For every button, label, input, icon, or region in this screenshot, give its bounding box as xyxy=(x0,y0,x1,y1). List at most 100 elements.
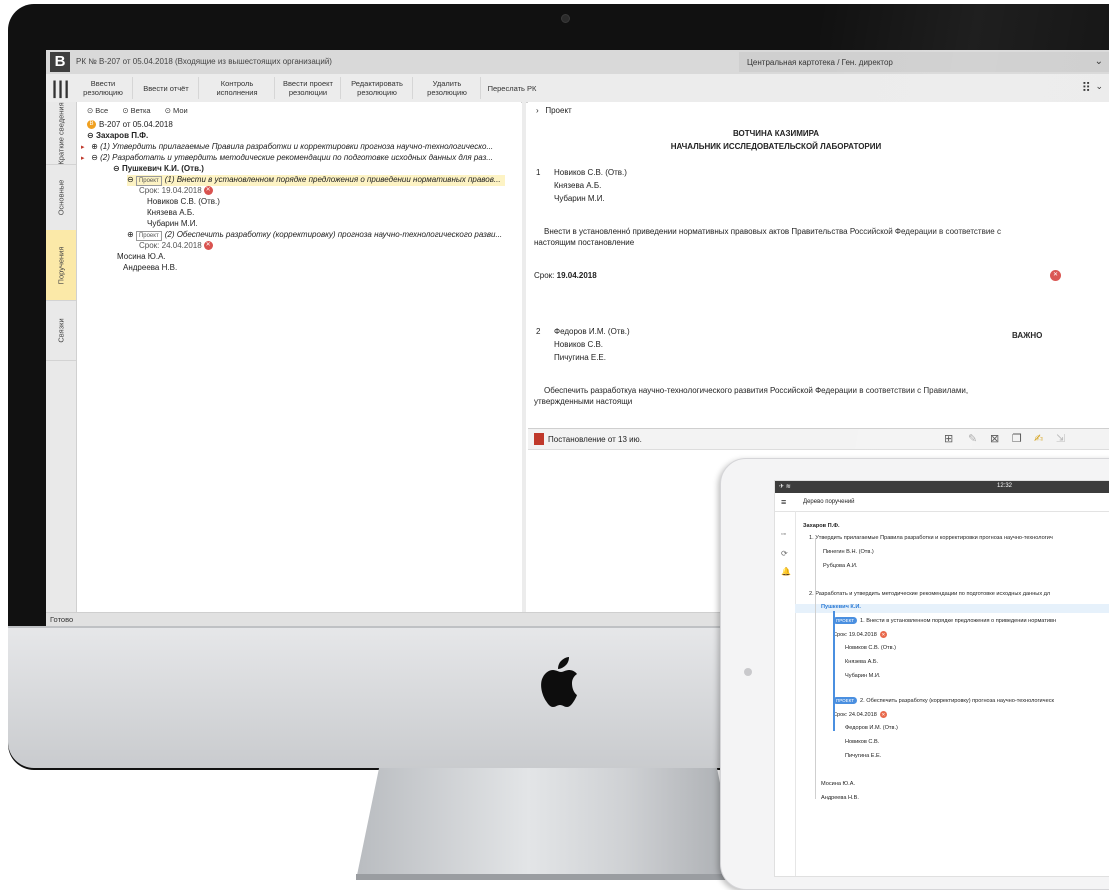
tree-root[interactable]: В В-207 от 05.04.2018 xyxy=(87,120,173,130)
status-text: Готово xyxy=(50,615,74,624)
add-file-icon[interactable]: ⊞ xyxy=(944,432,953,445)
ipad-project-1-deadline: Срок: 19.04.2018 ✕ xyxy=(833,631,887,638)
tree-connector-active xyxy=(833,611,836,731)
tree-project-2-deadline: Срок: 24.04.2018 ✕ xyxy=(139,241,213,251)
item-2-text: Обеспечить разработкуа научно-технологич… xyxy=(544,386,969,395)
ipad-item-2[interactable]: 2. Разработать и утвердить методические … xyxy=(809,591,1050,597)
sign-file-icon[interactable]: ✍ xyxy=(1034,432,1043,445)
ipad-project-2[interactable]: ПРОЕКТ 2. Обеспечить разработку (корректи… xyxy=(833,697,1054,704)
deadline-label: Срок: 19.04.2018 xyxy=(139,186,202,195)
chevron-down-icon[interactable]: ⌄ xyxy=(1095,56,1103,67)
deadline: Срок: 19.04.2018 xyxy=(534,271,597,280)
enter-draft-resolution-button[interactable]: Ввести проект резолюции xyxy=(276,77,341,99)
copy-file-icon[interactable]: ❐ xyxy=(1012,432,1022,445)
tree-project-2[interactable]: ⊕ Проект (2) Обеспечить разработку (корре… xyxy=(127,230,502,241)
card-badge-icon: В xyxy=(87,120,96,130)
overdue-icon: ✕ xyxy=(879,631,887,638)
imac-stand xyxy=(356,768,740,880)
execution-control-button[interactable]: Контроль исполнения xyxy=(200,77,275,99)
tree-item-1[interactable]: ▸ ⊕ (1) Утвердить прилагаемые Правила ра… xyxy=(81,142,493,151)
edit-file-icon[interactable]: ✎ xyxy=(968,432,977,445)
tree-executor[interactable]: ⊖ Пушкевич К.И. (Отв.) xyxy=(113,164,204,173)
tab-label: Краткие сведения xyxy=(56,101,66,165)
tree-person[interactable]: Новиков С.В. (Отв.) xyxy=(147,197,220,206)
tree-author[interactable]: ⊖ Захаров П.Ф. xyxy=(87,131,148,140)
menu-bars-icon[interactable]: ||| xyxy=(52,78,70,99)
attachment-title[interactable]: Постановление от 13 ию. xyxy=(548,435,642,444)
doc-breadcrumb[interactable]: › Проект xyxy=(536,106,572,115)
deadline-value: 19.04.2018 xyxy=(556,271,597,280)
tree-executor-label: Пушкевич К.И. (Отв.) xyxy=(121,164,204,173)
person: Новиков С.В. xyxy=(554,340,604,349)
project-badge: Проект xyxy=(135,176,162,186)
item-2-text-cont: утвержденными настоящи xyxy=(534,397,633,406)
tab-links[interactable]: Связки xyxy=(46,300,76,361)
tree-person[interactable]: Чубарин М.И. xyxy=(147,219,198,228)
tree-project-1-deadline: Срок: 19.04.2018 ✕ xyxy=(139,186,213,196)
ipad-person: Федоров И.М. (Отв.) xyxy=(845,725,898,731)
tree-project-1[interactable]: ⊖ Проект (1) Внести в установленном поряд… xyxy=(127,175,505,186)
title-bar: B РК № В-207 от 05.04.2018 (Входящие из … xyxy=(46,50,1109,74)
sync-icon[interactable]: ⟳ xyxy=(781,549,788,558)
tab-assignments[interactable]: Поручения xyxy=(46,230,76,301)
pdf-icon xyxy=(534,433,544,445)
ipad-item-1[interactable]: 1. Утвердить прилагаемые Правила разрабо… xyxy=(809,535,1053,541)
ipad-selected-row[interactable]: Пушкевич К.И. xyxy=(795,604,1109,613)
doc-header-name: ВОТЧИНА КАЗИМИРА xyxy=(732,129,820,138)
delete-resolution-button[interactable]: Удалить резолюцию xyxy=(414,77,481,99)
filter-mine-label: Мои xyxy=(173,106,188,115)
doc-header-title: НАЧАЛЬНИК ИССЛЕДОВАТЕЛЬСКОЙ ЛАБОРАТОРИИ xyxy=(670,142,882,151)
ipad-person: Чубарин М.И. xyxy=(845,673,881,679)
grid-menu-icon[interactable]: ⠿ xyxy=(1081,80,1091,96)
ipad-author[interactable]: Захаров П.Ф. xyxy=(803,523,840,529)
tab-brief-info[interactable]: Краткие сведения xyxy=(46,102,76,165)
ipad-home-button xyxy=(744,668,752,676)
chevron-down-icon[interactable]: ⌄ xyxy=(1095,81,1103,92)
org-selector[interactable]: Центральная картотека / Ген. директор ⌄ xyxy=(739,52,1109,72)
tree-person[interactable]: Мосина Ю.А. xyxy=(117,252,166,261)
ipad-executor: Пушкевич К.И. xyxy=(821,604,861,610)
item-1-text: Внести в установленно́ приведении нормат… xyxy=(544,227,1001,236)
filter-mine[interactable]: ⊙ Мои xyxy=(165,106,188,115)
ipad-person: Князева А.Б. xyxy=(845,659,879,665)
hamburger-icon[interactable]: ≡ xyxy=(781,497,786,507)
item-number: 2 xyxy=(536,327,541,336)
filter-all[interactable]: ⊙ Все xyxy=(87,106,108,115)
deadline-label: Срок: 24.04.2018 xyxy=(833,711,877,718)
tab-main[interactable]: Основные xyxy=(46,164,76,231)
tree-item-2[interactable]: ▸ ⊖ (2) Разработать и утвердить методиче… xyxy=(81,153,493,162)
enter-resolution-button[interactable]: Ввести резолюцию xyxy=(74,77,133,99)
filter-branch[interactable]: ⊙ Ветка xyxy=(122,106,150,115)
deadline-label: Срок: 19.04.2018 xyxy=(833,631,877,638)
ipad-time: 12:32 xyxy=(997,483,1013,489)
person: Новиков С.В. (Отв.) xyxy=(554,168,627,177)
delete-file-icon[interactable]: ⊠ xyxy=(990,432,999,445)
bell-icon[interactable]: 🔔 xyxy=(781,567,791,576)
expand-arrow-icon: ▸ xyxy=(81,144,85,151)
tree-item-1-label: (1) Утвердить прилагаемые Правила разраб… xyxy=(100,142,494,151)
overdue-icon: ✕ xyxy=(203,186,213,196)
ipad-project-1[interactable]: ПРОЕКТ 1. Внести в установленном порядке … xyxy=(833,617,1056,624)
window-title: РК № В-207 от 05.04.2018 (Входящие из вы… xyxy=(76,57,332,66)
ipad-person: Мосина Ю.А. xyxy=(821,781,855,787)
grid-icon[interactable]: ▫▫ xyxy=(781,531,786,538)
expand-arrow-icon: ▸ xyxy=(81,155,85,162)
tree-item-2-label: (2) Разработать и утвердить методические… xyxy=(100,153,493,162)
ipad-sidebar: ▫▫ ⟳ 🔔 xyxy=(775,511,796,876)
pane-splitter[interactable] xyxy=(522,102,526,612)
enter-report-button[interactable]: Ввести отчёт xyxy=(134,77,199,99)
side-tabs: Краткие сведения Основные Поручения Связ… xyxy=(46,102,77,612)
ipad-header: ≡ Дерево поручений xyxy=(775,493,1109,512)
person: Пичугина Е.Е. xyxy=(554,353,606,362)
project-badge: Проект xyxy=(135,231,162,241)
overdue-icon: ✕ xyxy=(879,711,887,718)
project-badge: ПРОЕКТ xyxy=(833,697,858,704)
tree-person[interactable]: Князева А.Б. xyxy=(147,208,194,217)
overdue-icon: ✕ xyxy=(203,241,213,251)
export-file-icon[interactable]: ⇲ xyxy=(1056,432,1065,445)
item-1-text-cont: настоящим постановление xyxy=(534,238,635,247)
edit-resolution-button[interactable]: Редактировать резолюцию xyxy=(342,77,413,99)
forward-card-button[interactable]: Переслать РК xyxy=(482,77,542,99)
important-label: ВАЖНО xyxy=(1012,331,1043,340)
tree-person[interactable]: Андреева Н.В. xyxy=(123,263,177,272)
